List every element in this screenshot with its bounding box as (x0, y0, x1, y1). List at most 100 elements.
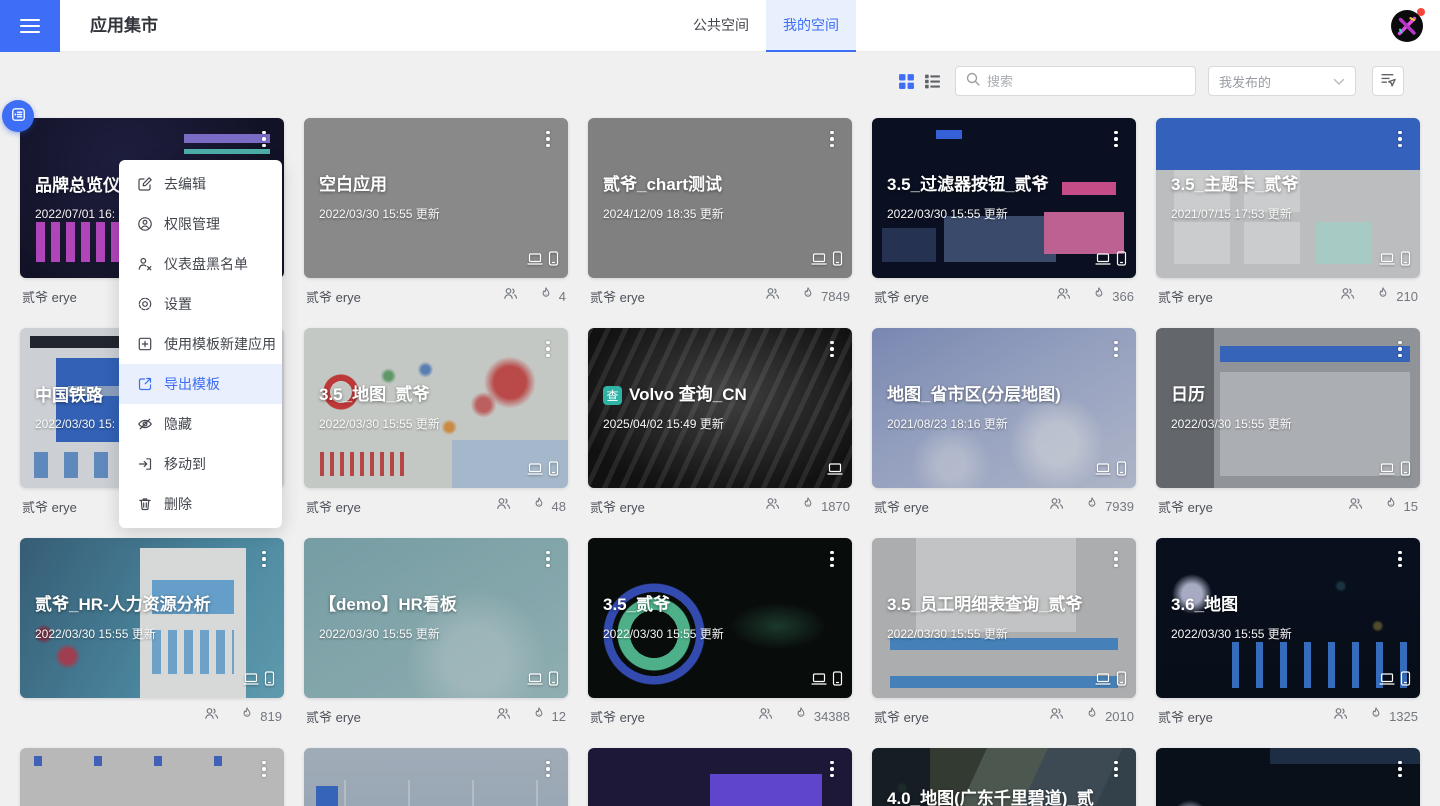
card-more-menu-icon[interactable] (1105, 546, 1127, 572)
card-updated-date: 2021/08/23 18:16 更新 (887, 415, 1121, 432)
card-title: Volvo 查询_CN (629, 384, 747, 407)
app-thumbnail[interactable]: 3.5_主题卡_贰爷 2021/07/15 17:53 更新 (1156, 118, 1420, 278)
card-footer: 贰爷 erye 7849 (588, 278, 852, 314)
view-count: 4 (559, 289, 566, 304)
app-card: 日历 2022/03/30 15:55 更新 贰爷 erye (1156, 328, 1420, 524)
list-view-icon[interactable] (924, 73, 941, 90)
app-card: 3.5_员工明细表查询_贰爷 2022/03/30 15:55 更新 贰爷 er… (872, 538, 1136, 734)
app-thumbnail[interactable] (20, 748, 284, 806)
card-more-menu-icon[interactable] (821, 126, 843, 152)
app-thumbnail[interactable]: 贰爷_HR-人力资源分析 2022/03/30 15:55 更新 (20, 538, 284, 698)
app-card: 3.5_地图_贰爷 2022/03/30 15:55 更新 贰爷 erye (304, 328, 568, 524)
card-more-menu-icon[interactable] (1389, 756, 1411, 782)
app-thumbnail[interactable]: 日历 2022/03/30 15:55 更新 (1156, 328, 1420, 488)
card-more-menu-icon[interactable] (821, 756, 843, 782)
menu-item-hide[interactable]: 隐藏 (119, 404, 282, 444)
heat-icon (532, 706, 546, 726)
app-card (20, 748, 284, 806)
app-thumbnail[interactable]: 地图_省市区(分层地图) 2021/08/23 18:16 更新 (872, 328, 1136, 488)
user-avatar[interactable] (1391, 10, 1423, 42)
search-input[interactable] (987, 74, 1185, 89)
menu-item-label: 导出模板 (164, 374, 220, 394)
card-more-menu-icon[interactable] (253, 546, 275, 572)
app-thumbnail[interactable]: 3.5_员工明细表查询_贰爷 2022/03/30 15:55 更新 (872, 538, 1136, 698)
menu-item-label: 权限管理 (164, 214, 220, 234)
mobile-icon (548, 671, 559, 691)
menu-item-new-from-template[interactable]: 使用模板新建应用 (119, 324, 282, 364)
card-more-menu-icon[interactable] (1389, 546, 1411, 572)
menu-item-edit[interactable]: 去编辑 (119, 164, 282, 204)
app-thumbnail[interactable]: 4.0_地图(广东千里碧道)_贰 (872, 748, 1136, 806)
app-thumbnail[interactable] (1156, 748, 1420, 806)
app-thumbnail[interactable]: 3.5_过滤器按钮_贰爷 2022/03/30 15:55 更新 (872, 118, 1136, 278)
card-more-menu-icon[interactable] (1389, 126, 1411, 152)
card-more-menu-icon[interactable] (537, 126, 559, 152)
heat-icon (794, 706, 808, 726)
card-more-menu-icon[interactable] (821, 546, 843, 572)
hamburger-menu-button[interactable] (0, 0, 60, 52)
card-updated-date: 2022/03/30 15:55 更新 (35, 625, 269, 642)
card-stats: 48 (495, 496, 566, 516)
publish-list-icon (1380, 71, 1397, 91)
publish-list-button[interactable] (1372, 66, 1404, 96)
side-panel-toggle-button[interactable] (2, 100, 34, 132)
menu-item-permission[interactable]: 权限管理 (119, 204, 282, 244)
mobile-icon (1400, 461, 1411, 481)
app-thumbnail[interactable]: 【demo】HR看板 2022/03/30 15:55 更新 (304, 538, 568, 698)
card-author: 贰爷 erye (1158, 707, 1213, 726)
app-thumbnail[interactable]: 贰爷_chart测试 2024/12/09 18:35 更新 (588, 118, 852, 278)
card-stats: 15 (1347, 496, 1418, 516)
card-more-menu-icon[interactable] (821, 336, 843, 362)
card-more-menu-icon[interactable] (1105, 126, 1127, 152)
card-author: 贰爷 erye (306, 287, 361, 306)
card-more-menu-icon[interactable] (537, 756, 559, 782)
menu-item-move-to[interactable]: 移动到 (119, 444, 282, 484)
card-more-menu-icon[interactable] (537, 336, 559, 362)
card-author: 贰爷 erye (874, 287, 929, 306)
card-more-menu-icon[interactable] (537, 546, 559, 572)
menu-item-export-template[interactable]: 导出模板 (119, 364, 282, 404)
card-stats: 7849 (764, 286, 850, 306)
card-stats: 1325 (1332, 706, 1418, 726)
view-count: 48 (552, 499, 566, 514)
app-thumbnail[interactable]: 3.5_地图_贰爷 2022/03/30 15:55 更新 (304, 328, 568, 488)
supported-devices (1379, 461, 1411, 481)
app-thumbnail[interactable]: 3.5_贰爷 2022/03/30 15:55 更新 (588, 538, 852, 698)
card-author: 贰爷 erye (1158, 287, 1213, 306)
grid-view-icon[interactable] (898, 73, 915, 90)
toolbar: 我发布的 (898, 66, 1404, 96)
app-thumbnail[interactable]: 3.6_地图 2022/03/30 15:55 更新 (1156, 538, 1420, 698)
tab-public-space[interactable]: 公共空间 (676, 0, 766, 52)
desktop-icon (1379, 252, 1395, 271)
card-footer: 贰爷 erye 4 (304, 278, 568, 314)
menu-item-dashboard-blacklist[interactable]: 仪表盘黑名单 (119, 244, 282, 284)
card-overlay (1156, 748, 1420, 806)
app-thumbnail[interactable]: 空白应用 2022/03/30 15:55 更新 (304, 118, 568, 278)
card-title: 3.5_地图_贰爷 (319, 384, 430, 407)
card-stats: 7939 (1048, 496, 1134, 516)
card-more-menu-icon[interactable] (253, 756, 275, 782)
filter-dropdown[interactable]: 我发布的 (1208, 66, 1356, 96)
menu-item-settings[interactable]: 设置 (119, 284, 282, 324)
app-thumbnail[interactable] (588, 748, 852, 806)
app-thumbnail[interactable] (304, 748, 568, 806)
card-updated-date: 2024/12/09 18:35 更新 (603, 205, 837, 222)
card-title: 【demo】HR看板 (319, 594, 457, 617)
card-more-menu-icon[interactable] (1389, 336, 1411, 362)
tab-my-space[interactable]: 我的空间 (766, 0, 856, 52)
chevron-down-icon (1333, 74, 1345, 89)
app-thumbnail[interactable]: 查 Volvo 查询_CN 2025/04/02 15:49 更新 (588, 328, 852, 488)
card-title: 3.5_贰爷 (603, 594, 670, 617)
mobile-icon (1116, 461, 1127, 481)
card-more-menu-icon[interactable] (253, 126, 275, 152)
card-overlay (20, 748, 284, 806)
card-author: 贰爷 erye (306, 497, 361, 516)
card-footer: 贰爷 erye 366 (872, 278, 1136, 314)
panel-list-icon (10, 106, 27, 126)
card-stats: 12 (495, 706, 566, 726)
supported-devices (527, 671, 559, 691)
card-more-menu-icon[interactable] (1105, 756, 1127, 782)
card-more-menu-icon[interactable] (1105, 336, 1127, 362)
move-to-icon (137, 456, 153, 472)
menu-item-delete[interactable]: 删除 (119, 484, 282, 524)
